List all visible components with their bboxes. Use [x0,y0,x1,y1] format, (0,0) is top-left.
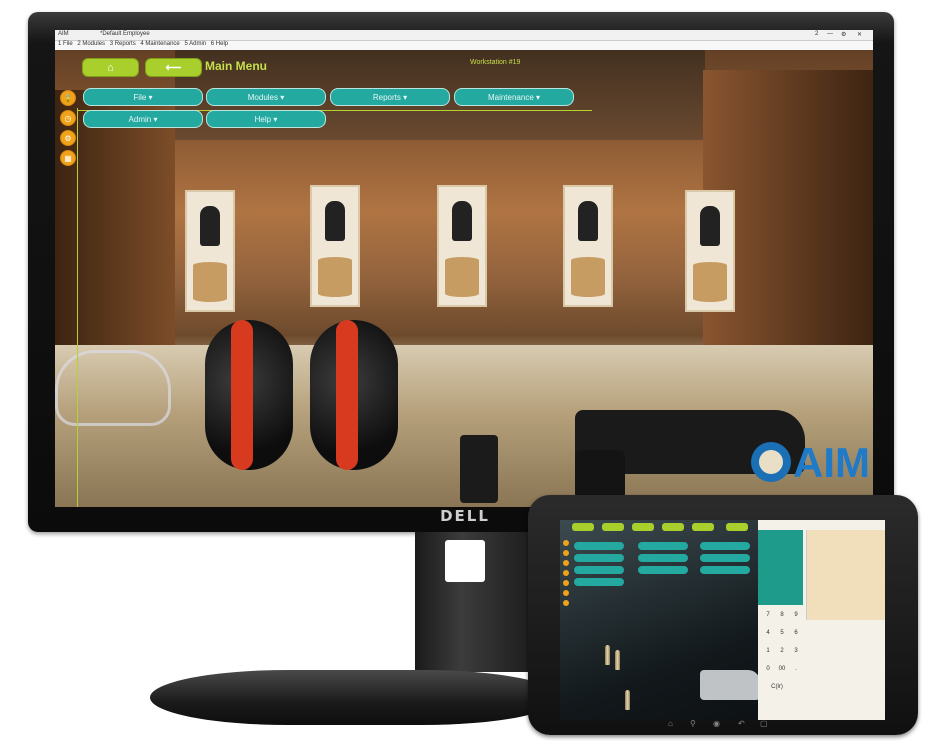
lock-icon[interactable]: 🔒 [60,90,76,106]
close-icon[interactable]: ✕ [857,31,862,38]
monitor-stand-slot [445,540,485,582]
menu-help[interactable]: 6 Help [211,41,228,47]
keypad-key[interactable]: 6 [790,626,802,640]
tablet-side-icon[interactable] [563,570,569,576]
menu-maintenance[interactable]: 4 Maintenance [140,41,179,47]
window-title: *Default Employee [100,31,150,37]
tablet-top-button[interactable] [692,523,714,531]
tablet-top-button[interactable] [602,523,624,531]
recent-icon[interactable]: ▢ [760,719,768,728]
tablet-side-icon[interactable] [563,550,569,556]
keypad-clear-key[interactable]: C(lr) [762,680,792,694]
home-button[interactable]: ⌂ [82,58,139,77]
chevron-down-icon: ▾ [280,92,285,102]
tablet-side-icon[interactable] [563,560,569,566]
arrow-left-icon: ⟵ [165,62,182,74]
tablet-menu-button[interactable] [700,542,750,550]
chevron-down-icon: ▾ [403,92,408,102]
file-menu-label: File [133,92,147,102]
tablet-item-list [806,530,885,620]
keypad-key[interactable]: 4 [762,626,774,640]
menu-admin[interactable]: 5 Admin [184,41,206,47]
tablet-top-button[interactable] [662,523,684,531]
tablet-menu-button[interactable] [700,566,750,574]
tablet-receipt-area [758,530,803,605]
menu-reports[interactable]: 3 Reports [110,41,136,47]
tablet-menu-button[interactable] [574,566,624,574]
home-icon: ⌂ [107,61,114,74]
bullet-image [615,650,620,670]
pistol-image [700,670,760,700]
tablet-top-button[interactable] [632,523,654,531]
minimize-icon[interactable]: — [827,31,833,37]
menu-file[interactable]: 1 File [58,41,73,47]
tablet-menu-button[interactable] [700,554,750,562]
keypad-key[interactable]: 9 [790,608,802,622]
tablet-nav-bar: ⌂ ⚲ ◉ ↶ ▢ [528,719,918,733]
keypad-key[interactable]: 8 [776,608,788,622]
keypad-key[interactable]: 2 [776,644,788,658]
home-icon[interactable]: ⌂ [668,719,673,728]
menu-modules[interactable]: 2 Modules [77,41,105,47]
reports-menu-button[interactable]: Reports ▾ [330,88,450,106]
modules-menu-button[interactable]: Modules ▾ [206,88,326,106]
back-icon[interactable]: ↶ [738,719,745,728]
keypad-key[interactable]: 0 [762,662,774,676]
tablet-menu-button[interactable] [574,542,624,550]
tablet-side-icon[interactable] [563,600,569,606]
chevron-down-icon: ▾ [273,114,278,124]
tablet-screen: 7 8 9 4 5 6 1 2 3 0 00 . C(lr) [560,520,885,720]
app-content: ⌂ ⟵ Main Menu Workstation #19 🔒 ◷ ⚙ ▦ Fi… [55,50,873,507]
bullet-image [625,690,630,710]
calendar-icon[interactable]: ▦ [60,150,76,166]
tablet-side-icon[interactable] [563,590,569,596]
window-icon-label: AIM [58,31,69,37]
bullet-image [605,645,610,665]
android-icon[interactable]: ◉ [713,719,720,728]
chevron-down-icon: ▾ [536,92,541,102]
tablet-side-icon[interactable] [563,540,569,546]
keypad-key[interactable]: . [790,662,802,676]
window-control-count[interactable]: 2 [815,31,818,37]
chevron-down-icon: ▾ [153,114,158,124]
menu-bar: 1 File 2 Modules 3 Reports 4 Maintenance… [55,41,873,50]
back-button[interactable]: ⟵ [145,58,202,77]
keypad-key[interactable]: 5 [776,626,788,640]
tablet-menu-button[interactable] [638,542,688,550]
reports-menu-label: Reports [372,92,401,102]
tablet-menu-button[interactable] [638,566,688,574]
file-menu-button[interactable]: File ▾ [83,88,203,106]
help-menu-label: Help [254,114,272,124]
tablet-side-icon[interactable] [563,580,569,586]
gear-icon[interactable]: ⚙ [60,130,76,146]
keypad-key[interactable]: 3 [790,644,802,658]
page-title: Main Menu [205,59,267,73]
tablet-menu-button[interactable] [638,554,688,562]
admin-menu-label: Admin [128,114,152,124]
tablet-menu-button[interactable] [574,554,624,562]
search-icon[interactable]: ⚲ [690,719,696,728]
keypad-key[interactable]: 00 [776,662,788,676]
monitor-screen: AIM AIM *Default Employee 2 — ⚙ ✕ 1 File… [55,30,873,507]
tablet-menu-button[interactable] [574,578,624,586]
tablet-top-button[interactable] [726,523,748,531]
help-menu-button[interactable]: Help ▾ [206,110,326,128]
admin-menu-button[interactable]: Admin ▾ [83,110,203,128]
tablet-top-button[interactable] [572,523,594,531]
monitor-brand-logo: DELL [440,507,490,525]
workstation-label: Workstation #19 [470,59,521,66]
keypad-key[interactable]: 7 [762,608,774,622]
monitor-stand-base [150,670,560,725]
settings-icon[interactable]: ⚙ [841,31,846,38]
maintenance-menu-button[interactable]: Maintenance ▾ [454,88,574,106]
modules-menu-label: Modules [247,92,278,102]
window-titlebar: AIM *Default Employee 2 — ⚙ ✕ [55,30,873,41]
clock-icon[interactable]: ◷ [60,110,76,126]
chevron-down-icon: ▾ [148,92,153,102]
keypad-key[interactable]: 1 [762,644,774,658]
maintenance-menu-label: Maintenance [487,92,534,102]
divider-vertical [77,108,78,507]
